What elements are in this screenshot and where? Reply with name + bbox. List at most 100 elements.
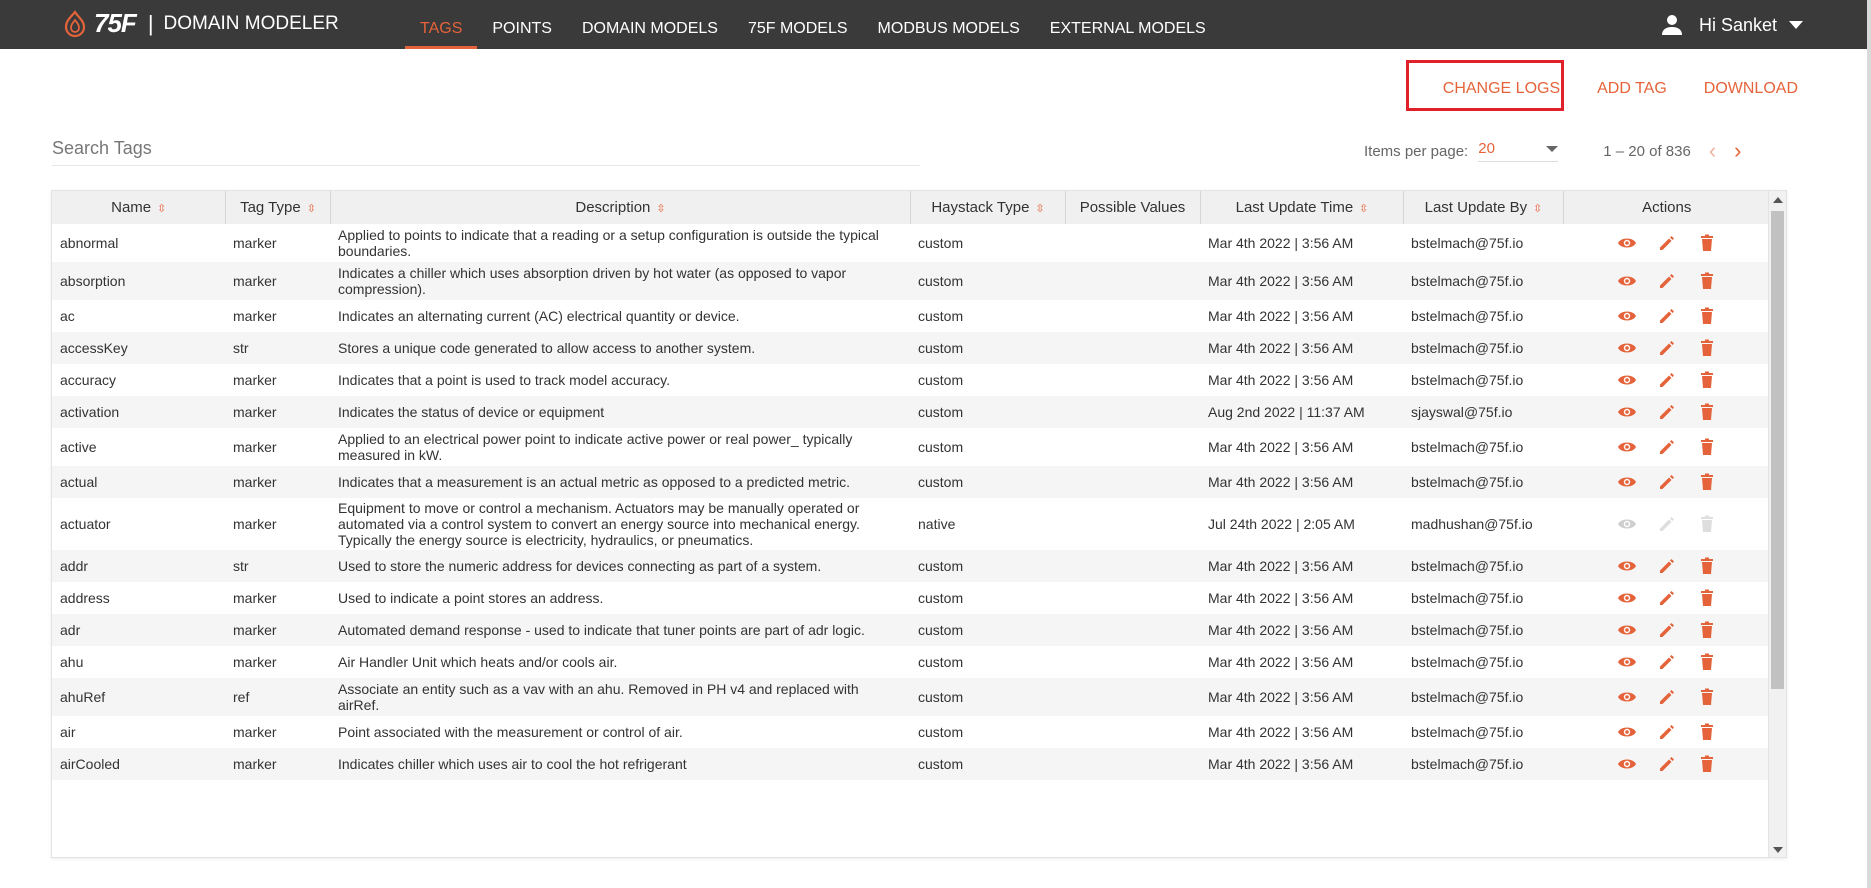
change-logs-link[interactable]: CHANGE LOGS: [1443, 80, 1560, 98]
cell-haystack-type: custom: [918, 439, 964, 455]
column-header-last-update-by[interactable]: Last Update By ⇳: [1403, 191, 1564, 224]
delete-icon[interactable]: [1697, 271, 1717, 291]
delete-icon[interactable]: [1697, 754, 1717, 774]
search-input[interactable]: [52, 138, 920, 159]
table-row[interactable]: accessKey str Stores a unique code generat…: [52, 332, 1770, 364]
table-row[interactable]: air marker Point associated with the measu…: [52, 716, 1770, 748]
nav-tags[interactable]: TAGS: [405, 0, 478, 49]
edit-icon[interactable]: [1657, 687, 1677, 707]
table-row[interactable]: ahuRef ref Associate an entity such as a v…: [52, 678, 1770, 716]
download-link[interactable]: DOWNLOAD: [1704, 80, 1798, 98]
user-menu[interactable]: Hi Sanket: [1661, 14, 1803, 36]
table-row[interactable]: accuracy marker Indicates that a point is …: [52, 364, 1770, 396]
cell-actions: [1563, 300, 1770, 332]
table-scrollbar[interactable]: [1768, 191, 1786, 857]
table-row[interactable]: airCooled marker Indicates chiller which u…: [52, 748, 1770, 780]
view-icon[interactable]: [1617, 338, 1637, 358]
scroll-up-icon[interactable]: [1773, 197, 1783, 203]
column-header-haystack-type[interactable]: Haystack Type ⇳: [910, 191, 1066, 224]
sort-icon[interactable]: ⇳: [1533, 203, 1542, 215]
view-icon[interactable]: [1617, 437, 1637, 457]
view-icon[interactable]: [1617, 620, 1637, 640]
view-icon[interactable]: [1617, 370, 1637, 390]
delete-icon[interactable]: [1697, 370, 1717, 390]
table-row[interactable]: activation marker Indicates the status of …: [52, 396, 1770, 428]
edit-icon[interactable]: [1657, 556, 1677, 576]
logo-separator: |: [147, 10, 154, 36]
delete-icon[interactable]: [1697, 652, 1717, 672]
table-row[interactable]: absorption marker Indicates a chiller whic…: [52, 262, 1770, 300]
view-icon[interactable]: [1617, 687, 1637, 707]
view-icon[interactable]: [1617, 472, 1637, 492]
sort-icon[interactable]: ⇳: [157, 203, 166, 215]
edit-icon[interactable]: [1657, 402, 1677, 422]
column-header-tag-type[interactable]: Tag Type ⇳: [225, 191, 331, 224]
add-tag-link[interactable]: ADD TAG: [1597, 80, 1667, 98]
table-row[interactable]: active marker Applied to an electrical pow…: [52, 428, 1770, 466]
view-icon[interactable]: [1617, 306, 1637, 326]
view-icon[interactable]: [1617, 722, 1637, 742]
delete-icon[interactable]: [1697, 306, 1717, 326]
nav-points[interactable]: POINTS: [477, 0, 567, 49]
delete-icon[interactable]: [1697, 620, 1717, 640]
items-per-page-select[interactable]: 20: [1478, 140, 1559, 162]
table-row[interactable]: addr str Used to store the numeric address…: [52, 550, 1770, 582]
scroll-down-icon[interactable]: [1773, 847, 1783, 853]
edit-icon[interactable]: [1657, 370, 1677, 390]
cell-actions: [1563, 224, 1770, 262]
table-row[interactable]: adr marker Automated demand response - use…: [52, 614, 1770, 646]
delete-icon[interactable]: [1697, 556, 1717, 576]
edit-icon[interactable]: [1657, 271, 1677, 291]
edit-icon[interactable]: [1657, 306, 1677, 326]
view-icon[interactable]: [1617, 233, 1637, 253]
sort-icon[interactable]: ⇳: [1035, 203, 1044, 215]
column-header-name[interactable]: Name ⇳: [52, 191, 226, 224]
delete-icon[interactable]: [1697, 588, 1717, 608]
delete-icon[interactable]: [1697, 233, 1717, 253]
next-page-button[interactable]: ›: [1734, 140, 1741, 162]
view-icon[interactable]: [1617, 556, 1637, 576]
view-icon[interactable]: [1617, 402, 1637, 422]
scroll-thumb[interactable]: [1771, 211, 1784, 689]
edit-icon[interactable]: [1657, 754, 1677, 774]
nav-external-models[interactable]: EXTERNAL MODELS: [1035, 0, 1221, 49]
previous-page-button[interactable]: ‹: [1709, 140, 1716, 162]
table-row[interactable]: address marker Used to indicate a point st…: [52, 582, 1770, 614]
column-header-description[interactable]: Description ⇳: [330, 191, 911, 224]
table-row[interactable]: actual marker Indicates that a measurement…: [52, 466, 1770, 498]
view-icon[interactable]: [1617, 652, 1637, 672]
delete-icon[interactable]: [1697, 722, 1717, 742]
edit-icon[interactable]: [1657, 722, 1677, 742]
edit-icon[interactable]: [1657, 472, 1677, 492]
nav-75f-models[interactable]: 75F MODELS: [733, 0, 863, 49]
edit-icon[interactable]: [1657, 233, 1677, 253]
edit-icon[interactable]: [1657, 338, 1677, 358]
brand-logo[interactable]: 75F | DOMAIN MODELER: [60, 8, 339, 39]
table-row[interactable]: ac marker Indicates an alternating current…: [52, 300, 1770, 332]
view-icon[interactable]: [1617, 588, 1637, 608]
cell-name: adr: [52, 614, 225, 646]
sort-icon[interactable]: ⇳: [656, 203, 665, 215]
delete-icon[interactable]: [1697, 687, 1717, 707]
delete-icon[interactable]: [1697, 472, 1717, 492]
column-header-last-update-time[interactable]: Last Update Time ⇳: [1200, 191, 1404, 224]
table-row[interactable]: actuator marker Equipment to move or contr…: [52, 498, 1770, 550]
page-scrollbar[interactable]: [1867, 0, 1871, 888]
delete-icon[interactable]: [1697, 338, 1717, 358]
edit-icon[interactable]: [1657, 588, 1677, 608]
view-icon[interactable]: [1617, 514, 1637, 534]
nav-domain-models[interactable]: DOMAIN MODELS: [567, 0, 733, 49]
delete-icon[interactable]: [1697, 402, 1717, 422]
edit-icon[interactable]: [1657, 437, 1677, 457]
sort-icon[interactable]: ⇳: [1359, 203, 1368, 215]
view-icon[interactable]: [1617, 271, 1637, 291]
nav-modbus-models[interactable]: MODBUS MODELS: [863, 0, 1035, 49]
table-row[interactable]: abnormal marker Applied to points to indic…: [52, 224, 1770, 262]
delete-icon[interactable]: [1697, 437, 1717, 457]
cell-last-update-time: Mar 4th 2022 | 3:56 AM: [1200, 614, 1403, 646]
sort-icon[interactable]: ⇳: [307, 203, 316, 215]
view-icon[interactable]: [1617, 754, 1637, 774]
edit-icon[interactable]: [1657, 652, 1677, 672]
table-row[interactable]: ahu marker Air Handler Unit which heats an…: [52, 646, 1770, 678]
edit-icon[interactable]: [1657, 620, 1677, 640]
